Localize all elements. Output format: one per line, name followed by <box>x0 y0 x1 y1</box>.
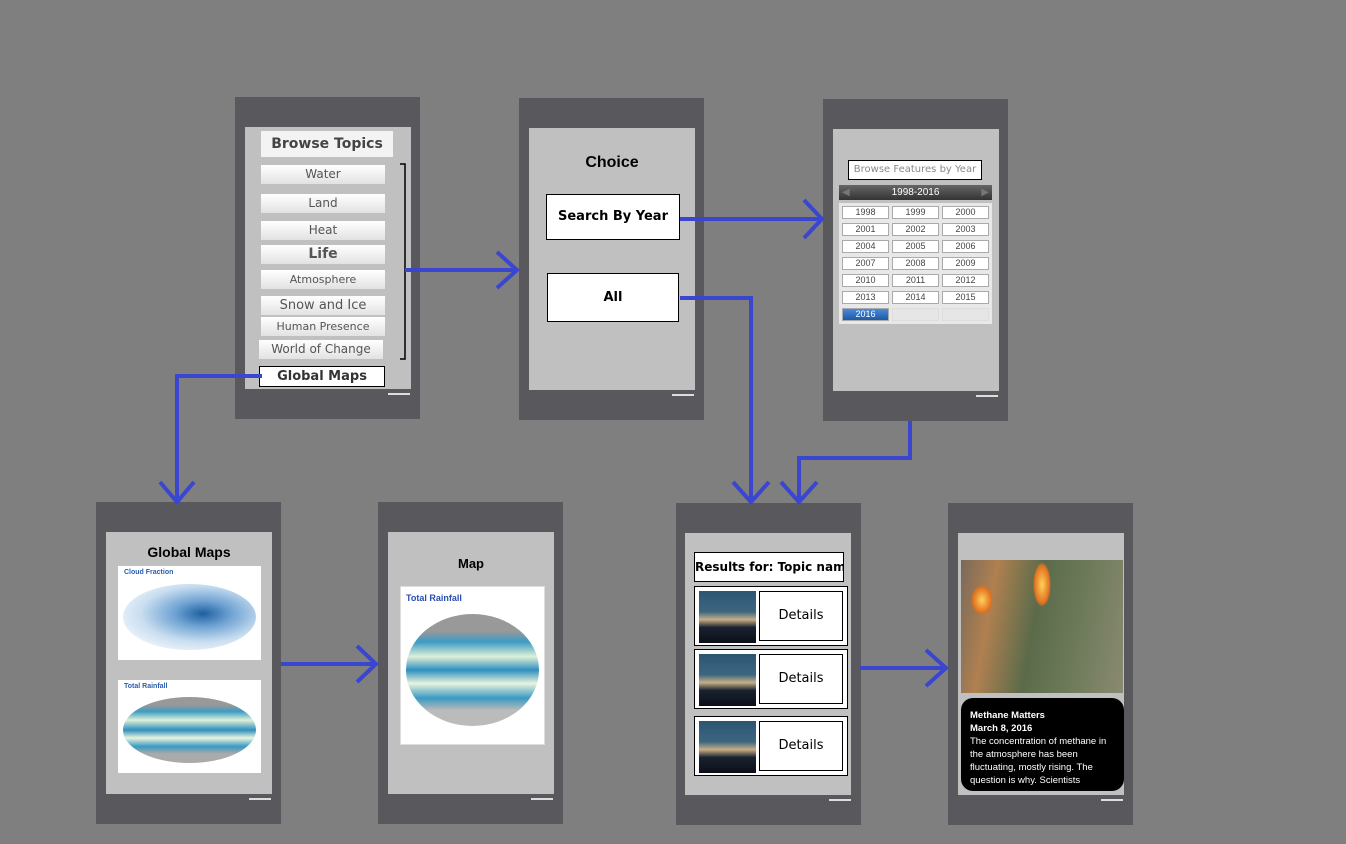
arrow-results-to-detail <box>860 648 949 688</box>
arrow-globalmaps-to-maps <box>158 374 262 506</box>
arrow-year-to-features <box>680 198 825 240</box>
arrow-maps-to-map <box>281 644 379 684</box>
arrow-topics-to-choice <box>405 250 520 290</box>
arrow-features-to-results <box>779 421 912 505</box>
flow-arrows <box>158 163 949 688</box>
arrow-all-to-results <box>680 296 771 505</box>
topics-bracket <box>400 163 406 360</box>
